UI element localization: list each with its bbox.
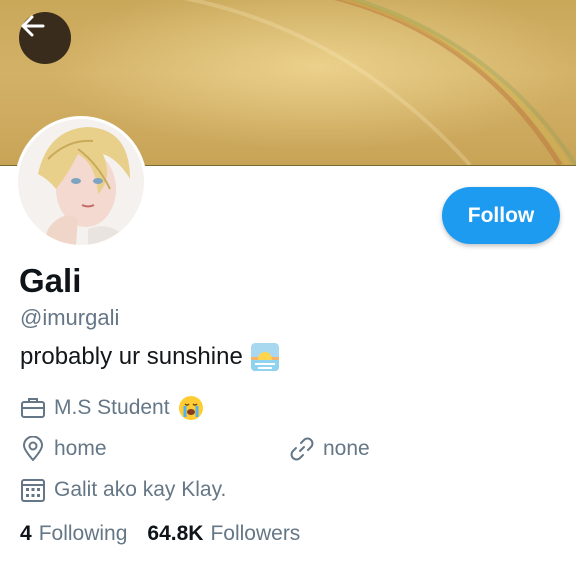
link-icon bbox=[290, 437, 314, 461]
profile-bio: probably ur sunshine bbox=[20, 343, 279, 371]
sunrise-emoji bbox=[250, 343, 279, 371]
avatar[interactable] bbox=[15, 116, 147, 248]
calendar-icon bbox=[21, 479, 45, 502]
website-text[interactable]: none bbox=[323, 437, 370, 461]
website-row[interactable]: none bbox=[289, 436, 370, 462]
back-button[interactable] bbox=[19, 12, 71, 64]
following-count[interactable]: 4 bbox=[20, 522, 32, 546]
arrow-left-icon bbox=[21, 15, 45, 37]
follow-button[interactable]: Follow bbox=[442, 187, 560, 244]
joined-row: Galit ako kay Klay. bbox=[20, 477, 226, 503]
follow-counts: 4 Following 64.8K Followers bbox=[20, 522, 300, 546]
followers-count[interactable]: 64.8K bbox=[147, 522, 203, 546]
location-pin-icon bbox=[23, 436, 43, 461]
bio-text: probably ur sunshine bbox=[20, 343, 243, 370]
work-text: M.S Student bbox=[54, 396, 170, 419]
followers-label[interactable]: Followers bbox=[210, 522, 300, 546]
profile-handle: @imurgali bbox=[20, 305, 120, 330]
crying-face-emoji bbox=[178, 395, 204, 421]
briefcase-icon bbox=[21, 398, 45, 418]
work-row: M.S Student bbox=[20, 395, 204, 421]
profile-name: Gali bbox=[19, 262, 82, 299]
follow-button-label: Follow bbox=[467, 203, 535, 227]
location-text: home bbox=[54, 437, 107, 460]
location-row: home bbox=[20, 436, 107, 462]
joined-text: Galit ako kay Klay. bbox=[54, 478, 227, 501]
following-label[interactable]: Following bbox=[39, 522, 128, 546]
avatar-image bbox=[18, 119, 144, 245]
